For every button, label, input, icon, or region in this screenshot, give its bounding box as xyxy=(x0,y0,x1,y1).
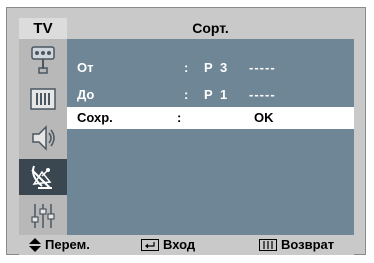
store-value: OK xyxy=(254,110,274,125)
move-label: Перем. xyxy=(45,237,90,252)
from-channel: P 3 xyxy=(204,60,230,75)
from-label: От xyxy=(77,60,94,75)
return-hint: Возврат xyxy=(259,235,334,255)
from-channel-name: ----- xyxy=(249,60,276,75)
store-row[interactable]: Сохр. : OK xyxy=(67,107,354,129)
enter-label: Вход xyxy=(163,237,196,252)
footer-bar: Перем. Вход Возврат xyxy=(19,235,354,255)
enter-key-icon xyxy=(141,239,159,251)
sidebar xyxy=(19,39,67,235)
source-label: TV xyxy=(19,18,67,39)
return-label: Возврат xyxy=(281,237,335,252)
sort-menu-panel: От : P 3 ----- До : P 1 ----- Сохр. : OK xyxy=(67,39,354,235)
store-colon: : xyxy=(177,110,182,125)
picture-icon[interactable] xyxy=(26,82,60,116)
equalizer-setup-icon[interactable] xyxy=(26,199,60,233)
menu-title: Сорт. xyxy=(192,20,229,36)
up-down-arrow-icon xyxy=(29,238,41,252)
to-channel: P 1 xyxy=(204,87,230,102)
from-colon: : xyxy=(184,60,189,75)
antenna-icon[interactable] xyxy=(26,43,60,77)
store-label: Сохр. xyxy=(77,110,113,125)
to-channel-name: ----- xyxy=(249,87,276,102)
to-label: До xyxy=(77,87,95,102)
speaker-icon[interactable] xyxy=(26,121,60,155)
from-row[interactable]: От : P 3 ----- xyxy=(67,57,354,79)
enter-hint: Вход xyxy=(141,235,195,255)
menu-key-icon xyxy=(259,239,277,251)
satellite-channel-icon[interactable] xyxy=(19,159,67,195)
move-hint: Перем. xyxy=(29,235,90,255)
to-colon: : xyxy=(184,87,189,102)
to-row[interactable]: До : P 1 ----- xyxy=(67,84,354,106)
